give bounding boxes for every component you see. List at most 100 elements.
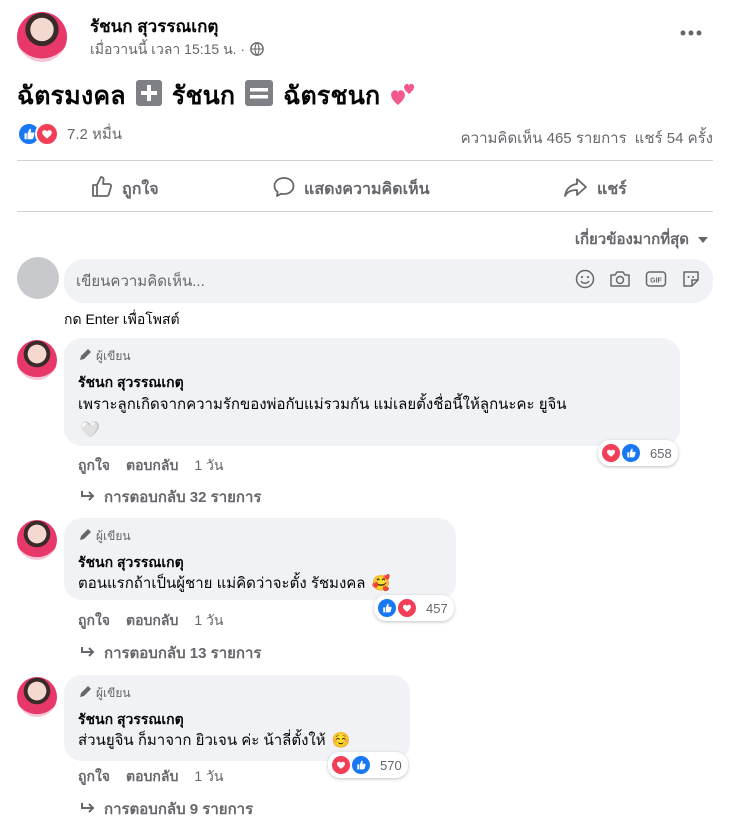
view-replies[interactable]: การตอบกลับ 13 รายการ — [80, 641, 261, 665]
like-reaction-icon — [350, 754, 372, 776]
comment-text: ตอนแรกถ้าเป็นผู้ชาย แม่คิดว่าจะตั้ง รัชม… — [78, 573, 390, 595]
like-button[interactable]: ถูกใจ — [90, 175, 159, 204]
comment-like-link[interactable]: ถูกใจ — [78, 610, 110, 632]
author-avatar[interactable] — [17, 12, 67, 62]
comment-author-name[interactable]: รัชนก สุวรรณเกตุ — [78, 709, 184, 731]
comment-text-body: ส่วนยูจิน ก็มาจาก ยิวเจน ค่ะ น้าลี่ตั้งใ… — [78, 732, 326, 749]
love-reaction-icon — [396, 597, 418, 619]
author-badge: ผู้เขียน — [78, 684, 131, 703]
author-badge-label: ผู้เขียน — [96, 686, 131, 700]
reaction-count[interactable]: 7.2 หมื่น — [67, 122, 122, 146]
reply-arrow-icon — [80, 645, 96, 662]
emoji-icon[interactable] — [575, 269, 595, 293]
comment-reply-link[interactable]: ตอบกลับ — [126, 766, 178, 788]
comment-like-link[interactable]: ถูกใจ — [78, 455, 110, 477]
comment-text: ส่วนยูจิน ก็มาจาก ยิวเจน ค่ะ น้าลี่ตั้งใ… — [78, 730, 350, 752]
comment-bubble: ผู้เขียน รัชนก สุวรรณเกตุ ส่วนยูจิน ก็มา… — [64, 675, 410, 761]
thumbs-up-icon — [90, 175, 114, 204]
post-text-part3: ฉัตรชนก — [283, 82, 381, 110]
post-meta: เมื่อวานนี้ เวลา 15:15 น. · — [90, 39, 264, 61]
comment-like-link[interactable]: ถูกใจ — [78, 766, 110, 788]
post-text: ฉัตรมงคล รัชนก ฉัตรชนก — [17, 76, 418, 116]
caret-down-icon — [697, 231, 709, 248]
comment-avatar[interactable] — [17, 340, 57, 380]
comment-actions: ถูกใจ ตอบกลับ 1 วัน — [78, 455, 223, 477]
reply-arrow-icon — [80, 489, 96, 506]
pencil-icon — [78, 685, 92, 702]
sort-label: เกี่ยวข้องมากที่สุด — [574, 231, 689, 248]
composer-hint: กด Enter เพื่อโพสต์ — [64, 311, 180, 327]
comments-shares-counts: ความคิดเห็น 465 รายการ แชร์ 54 ครั้ง — [461, 126, 713, 150]
camera-icon[interactable] — [609, 269, 631, 293]
comment-reply-link[interactable]: ตอบกลับ — [126, 610, 178, 632]
comment-reaction-pill[interactable]: 658 — [598, 440, 678, 466]
comment-bubble: ผู้เขียน รัชนก สุวรรณเกตุ เพราะลูกเกิดจา… — [64, 338, 680, 446]
like-reaction-icon — [376, 597, 398, 619]
sort-dropdown[interactable]: เกี่ยวข้องมากที่สุด — [575, 227, 709, 251]
comment-avatar[interactable] — [17, 520, 57, 560]
comment-author-name[interactable]: รัชนก สุวรรณเกตุ — [78, 552, 184, 574]
share-button-label: แชร์ — [597, 181, 627, 198]
comment-button-label: แสดงความคิดเห็น — [304, 181, 430, 198]
comment-actions: ถูกใจ ตอบกลับ 1 วัน — [78, 610, 223, 632]
author-badge: ผู้เขียน — [78, 347, 131, 366]
globe-icon — [250, 41, 264, 59]
view-replies[interactable]: การตอบกลับ 9 รายการ — [80, 797, 253, 821]
post-author-name[interactable]: รัชนก สุวรรณเกตุ — [90, 13, 218, 40]
white-heart-icon: 🤍 — [80, 422, 100, 439]
view-replies-label: การตอบกลับ 9 รายการ — [104, 801, 254, 818]
reaction-summary[interactable]: 7.2 หมื่น — [17, 122, 122, 146]
comment-time[interactable]: 1 วัน — [194, 455, 223, 477]
post-time[interactable]: เมื่อวานนี้ เวลา 15:15 น. · — [90, 39, 245, 61]
reply-arrow-icon — [80, 801, 96, 818]
comment-reaction-count: 570 — [380, 757, 402, 773]
view-replies[interactable]: การตอบกลับ 32 รายการ — [80, 485, 261, 509]
comment-actions: ถูกใจ ตอบกลับ 1 วัน — [78, 766, 223, 788]
comment-reaction-pill[interactable]: 570 — [328, 752, 408, 778]
two-hearts-icon — [388, 78, 418, 115]
more-horizontal-icon[interactable] — [680, 24, 702, 42]
comment-time[interactable]: 1 วัน — [194, 766, 223, 788]
gif-icon[interactable]: GIF — [645, 269, 667, 293]
pencil-icon — [78, 348, 92, 365]
comment-text-body: ตอนแรกถ้าเป็นผู้ชาย แม่คิดว่าจะตั้ง รัชม… — [78, 575, 366, 592]
comment-reply-link[interactable]: ตอบกลับ — [126, 455, 178, 477]
comment-bubble: ผู้เขียน รัชนก สุวรรณเกตุ ตอนแรกถ้าเป็นผ… — [64, 518, 456, 600]
smiling-face-icon: ☺️ — [331, 732, 351, 749]
share-button[interactable]: แชร์ — [563, 175, 627, 204]
comment-count[interactable]: ความคิดเห็น 465 รายการ — [461, 126, 627, 150]
comment-text: เพราะลูกเกิดจากความรักของพ่อกับแม่รวมกัน… — [78, 394, 678, 416]
comment-bubble-icon — [272, 175, 296, 204]
comment-avatar[interactable] — [17, 677, 57, 717]
comment-button[interactable]: แสดงความคิดเห็น — [272, 175, 430, 204]
comment-text-body: เพราะลูกเกิดจากความรักของพ่อกับแม่รวมกัน… — [78, 396, 567, 413]
divider-bottom — [17, 211, 713, 212]
love-reaction-icon — [35, 122, 59, 146]
view-replies-label: การตอบกลับ 32 รายการ — [104, 489, 262, 506]
author-badge: ผู้เขียน — [78, 527, 131, 546]
post-text-part1: ฉัตรมงคล — [17, 82, 126, 110]
plus-icon — [134, 78, 164, 115]
comment-reaction-pill[interactable]: 457 — [374, 595, 454, 621]
comment-reaction-count: 658 — [650, 445, 672, 461]
like-reaction-icon — [620, 442, 642, 464]
comment-input[interactable]: เขียนความคิดเห็น... GIF — [64, 259, 713, 303]
sticker-icon[interactable] — [681, 269, 701, 293]
comment-author-name[interactable]: รัชนก สุวรรณเกตุ — [78, 372, 184, 394]
comment-time[interactable]: 1 วัน — [194, 610, 223, 632]
pencil-icon — [78, 528, 92, 545]
divider-top — [17, 160, 713, 161]
author-badge-label: ผู้เขียน — [96, 349, 131, 363]
equals-icon — [243, 78, 275, 115]
comment-input-placeholder: เขียนความคิดเห็น... — [76, 273, 205, 290]
svg-text:GIF: GIF — [650, 278, 662, 285]
comment-reaction-count: 457 — [426, 600, 448, 616]
share-count[interactable]: แชร์ 54 ครั้ง — [635, 126, 713, 150]
love-reaction-icon — [330, 754, 352, 776]
share-arrow-icon — [563, 175, 589, 204]
love-reaction-icon — [600, 442, 622, 464]
smiling-hearts-icon: 🥰 — [371, 575, 391, 592]
view-replies-label: การตอบกลับ 13 รายการ — [104, 645, 262, 662]
author-badge-label: ผู้เขียน — [96, 529, 131, 543]
composer-avatar — [17, 257, 59, 299]
